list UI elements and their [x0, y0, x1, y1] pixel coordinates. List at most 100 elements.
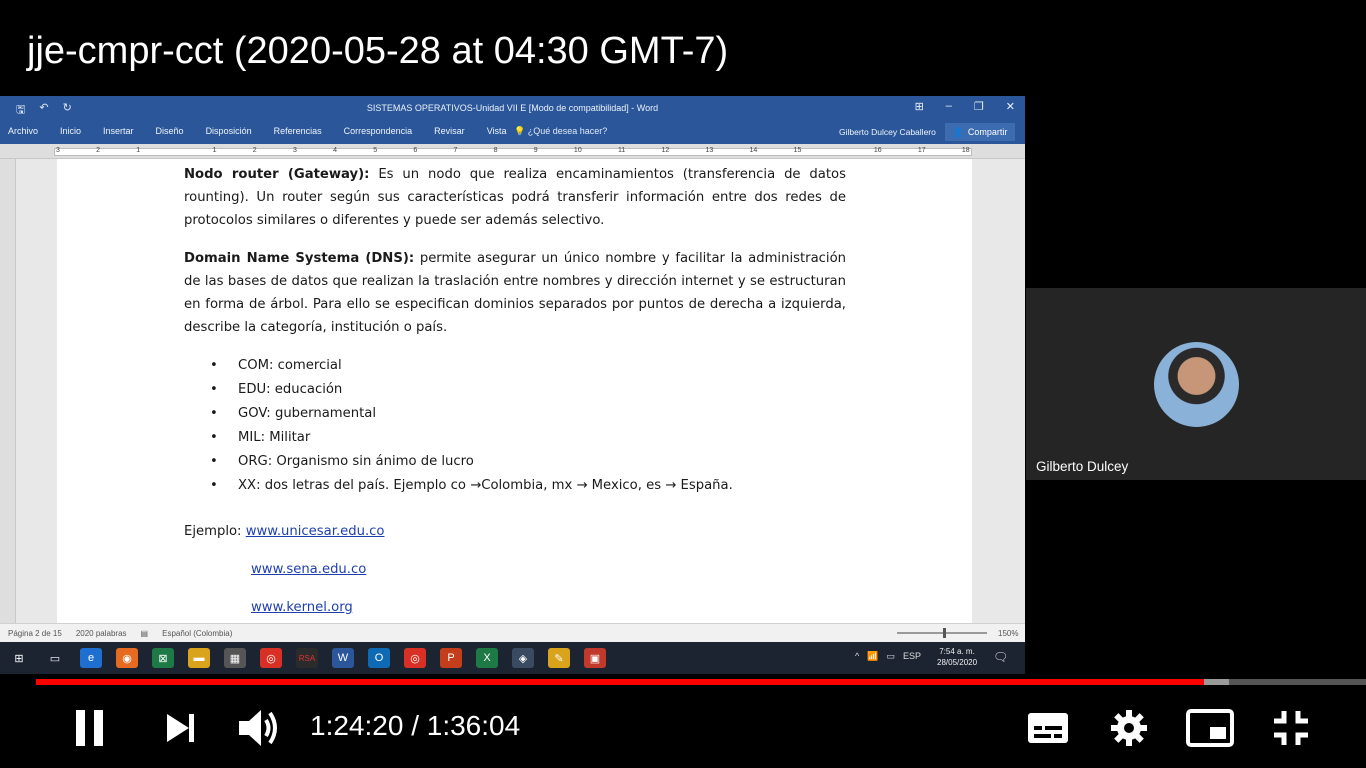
- input-language[interactable]: ESP: [903, 651, 921, 662]
- router-heading: Nodo router (Gateway):: [184, 167, 370, 182]
- ruler-number: 12: [661, 147, 670, 154]
- word-ribbon-tabs: Archivo Inicio Insertar Diseño Disposici…: [0, 121, 1025, 144]
- example-line: www.sena.edu.co: [184, 551, 846, 589]
- tab-inicio[interactable]: Inicio: [60, 126, 81, 136]
- ruler-number: 17: [917, 147, 926, 154]
- word-title-bar: 🖫 ↶ ↻ SISTEMAS OPERATIVOS-Unidad VII E […: [0, 96, 1025, 121]
- word-icon[interactable]: W: [332, 648, 354, 668]
- share-button[interactable]: 👤 Compartir: [945, 123, 1015, 141]
- word-status-bar: Página 2 de 15 2020 palabras ▤ Español (…: [0, 623, 1025, 642]
- tab-referencias[interactable]: Referencias: [274, 126, 322, 136]
- chrome-icon[interactable]: ◎: [404, 648, 426, 668]
- windows-taskbar: ⊞ ▭ e ◉ ⊠ ▬ ▦ ◎ RSA W O ◎ P X ◈ ✎ ▣ ^ 📶 …: [0, 642, 1025, 674]
- tab-revisar[interactable]: Revisar: [434, 126, 465, 136]
- example-line: www.kernel.org: [184, 589, 846, 627]
- minimize-icon[interactable]: –: [946, 100, 952, 113]
- tab-disposicion[interactable]: Disposición: [206, 126, 252, 136]
- language-status[interactable]: Español (Colombia): [162, 629, 232, 638]
- subtitles-icon: [1028, 713, 1068, 743]
- tell-me-label: ¿Qué desea hacer?: [527, 126, 608, 136]
- tab-vista[interactable]: Vista: [487, 126, 507, 136]
- settings-button[interactable]: [1108, 707, 1150, 749]
- ruler-number: 1: [136, 147, 141, 154]
- paragraph-router: Nodo router (Gateway): Es un nodo que re…: [184, 163, 846, 232]
- miniplayer-icon: [1186, 709, 1234, 747]
- tools-icon[interactable]: ✎: [548, 648, 570, 668]
- zoom-slider[interactable]: [897, 632, 987, 634]
- exit-fullscreen-button[interactable]: [1270, 708, 1312, 748]
- horizontal-ruler[interactable]: 3 2 1 1 2 3 4 5 6 7 8 9 10 11 12 13 14 15 16 17 18: [0, 144, 1025, 159]
- ruler-numbers: 3 2 1 1 2 3 4 5 6 7 8 9 10 11 12 13 14 15 16 17 18: [56, 147, 970, 154]
- ruler-number: 18: [961, 147, 970, 154]
- miniplayer-button[interactable]: [1185, 708, 1235, 748]
- list-item: EDU: educación: [210, 378, 846, 402]
- domain-list: COM: comercial EDU: educación GOV: guber…: [210, 354, 846, 498]
- tab-archivo[interactable]: Archivo: [8, 126, 38, 136]
- example-label: Ejemplo:: [184, 524, 246, 539]
- maximize-icon[interactable]: ❐: [974, 100, 984, 113]
- ruler-number: 4: [333, 147, 337, 154]
- ribbon-display-icon[interactable]: ⊞: [915, 100, 924, 113]
- chrome-icon[interactable]: ◎: [260, 648, 282, 668]
- word-count[interactable]: 2020 palabras: [76, 629, 127, 638]
- user-name[interactable]: Gilberto Dulcey Caballero: [839, 127, 936, 137]
- link-unicesar[interactable]: www.unicesar.edu.co: [246, 524, 385, 539]
- link-kernel[interactable]: www.kernel.org: [251, 600, 353, 615]
- progress-bar[interactable]: [36, 679, 1366, 685]
- windows-start-icon[interactable]: ⊞: [8, 648, 30, 668]
- system-clock[interactable]: 7:54 a. m. 28/05/2020: [937, 646, 977, 668]
- vertical-ruler[interactable]: [0, 159, 16, 623]
- share-label: Compartir: [967, 127, 1008, 137]
- ruler-number: 13: [705, 147, 714, 154]
- document-page[interactable]: Nodo router (Gateway): Es un nodo que re…: [57, 159, 972, 624]
- excel-icon[interactable]: X: [476, 648, 498, 668]
- tab-diseno[interactable]: Diseño: [156, 126, 184, 136]
- calculator-icon[interactable]: ▦: [224, 648, 246, 668]
- firefox-icon[interactable]: ◉: [116, 648, 138, 668]
- volume-button[interactable]: [236, 706, 284, 750]
- ruler-number: 5: [373, 147, 378, 154]
- clock-date: 28/05/2020: [937, 658, 978, 667]
- spreadsheet-app-icon[interactable]: ⊠: [152, 648, 174, 668]
- powerpoint-icon[interactable]: P: [440, 648, 462, 668]
- task-view-icon[interactable]: ▭: [44, 648, 66, 668]
- outlook-icon[interactable]: O: [368, 648, 390, 668]
- next-button[interactable]: [160, 708, 200, 748]
- notifications-icon[interactable]: 🗨: [993, 650, 1008, 664]
- tell-me-search[interactable]: 💡 ¿Qué desea hacer?: [514, 126, 607, 137]
- edge-icon[interactable]: e: [80, 648, 102, 668]
- network-icon[interactable]: 📶: [867, 651, 878, 662]
- ruler-number: 15: [793, 147, 802, 154]
- rsa-app-icon[interactable]: RSA: [296, 648, 318, 668]
- example-line: Ejemplo: www.unicesar.edu.co: [184, 513, 846, 551]
- proofing-icon[interactable]: ▤: [141, 629, 149, 638]
- 3d-box-icon[interactable]: ◈: [512, 648, 534, 668]
- zoom-level[interactable]: 150%: [998, 629, 1018, 638]
- file-explorer-icon[interactable]: ▬: [188, 648, 210, 668]
- pause-button[interactable]: [70, 708, 110, 748]
- ruler-number: 11: [617, 147, 626, 154]
- chevron-up-icon[interactable]: ^: [855, 651, 859, 662]
- played-bar: [36, 679, 1204, 685]
- subtitles-button[interactable]: [1026, 708, 1070, 748]
- ruler-number: 1: [212, 147, 217, 154]
- list-item: COM: comercial: [210, 354, 846, 378]
- list-item: XX: dos letras del país. Ejemplo co →Col…: [210, 474, 846, 498]
- battery-icon[interactable]: ▭: [886, 651, 895, 662]
- tab-insertar[interactable]: Insertar: [103, 126, 134, 136]
- participant-tile: Gilberto Dulcey: [1026, 288, 1366, 480]
- volume-icon: [239, 710, 277, 746]
- zoom-slider-handle[interactable]: [943, 628, 946, 638]
- dns-heading: Domain Name Systema (DNS):: [184, 251, 415, 266]
- pause-icon: [76, 710, 103, 746]
- close-icon[interactable]: ✕: [1006, 100, 1015, 113]
- security-app-icon[interactable]: ▣: [584, 648, 606, 668]
- page-count[interactable]: Página 2 de 15: [8, 629, 62, 638]
- ruler-number: 6: [413, 147, 418, 154]
- paragraph-dns: Domain Name Systema (DNS): permite asegu…: [184, 247, 846, 339]
- tab-correspondencia[interactable]: Correspondencia: [344, 126, 413, 136]
- document-body[interactable]: Nodo router (Gateway): Es un nodo que re…: [184, 163, 846, 627]
- ruler-number: 7: [453, 147, 458, 154]
- link-sena[interactable]: www.sena.edu.co: [251, 562, 366, 577]
- exit-fullscreen-icon: [1274, 711, 1308, 745]
